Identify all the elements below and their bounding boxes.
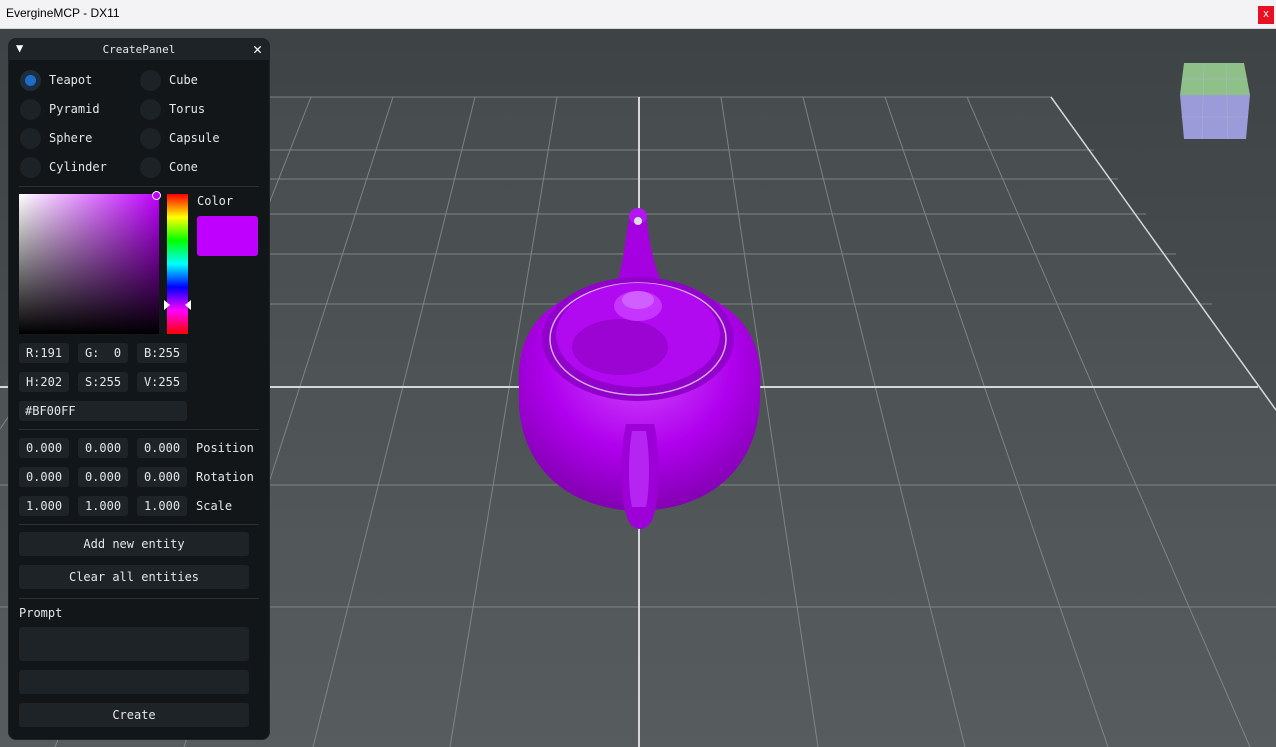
position-x-field[interactable]: 0.000 — [19, 438, 69, 458]
saturation-value-picker[interactable] — [19, 194, 159, 334]
hue-slider[interactable] — [167, 194, 188, 334]
value-field[interactable]: V:255 — [137, 372, 187, 392]
rotation-y-field[interactable]: 0.000 — [78, 467, 128, 487]
position-z-field[interactable]: 0.000 — [137, 438, 187, 458]
hue-field[interactable]: H:202 — [19, 372, 69, 392]
orientation-cube-icon[interactable] — [1176, 61, 1254, 143]
window-title: EvergineMCP - DX11 — [6, 6, 120, 20]
color-label: Color — [197, 194, 234, 208]
divider — [19, 524, 259, 525]
hex-color-field[interactable]: #BF00FF — [19, 401, 187, 421]
window-titlebar: EvergineMCP - DX11 x — [0, 0, 1276, 29]
prompt-secondary-input[interactable] — [19, 670, 249, 694]
create-panel: ▼ CreatePanel ✕ Teapot Cube Pyramid Toru… — [9, 39, 269, 739]
radio-label: Pyramid — [49, 102, 100, 116]
hue-slider-marker-left[interactable] — [164, 300, 170, 310]
panel-header[interactable]: ▼ CreatePanel ✕ — [9, 39, 269, 60]
prompt-input[interactable] — [19, 627, 249, 661]
radio-label: Cylinder — [49, 160, 107, 174]
divider — [19, 598, 259, 599]
radio-label: Torus — [169, 102, 206, 116]
rotation-z-field[interactable]: 0.000 — [137, 467, 187, 487]
radio-dot[interactable] — [20, 70, 41, 91]
radio-label: Cube — [169, 73, 198, 87]
radio-dot[interactable] — [140, 99, 161, 120]
radio-torus[interactable]: Torus — [140, 99, 260, 121]
radio-teapot[interactable]: Teapot — [20, 70, 140, 92]
rotation-x-field[interactable]: 0.000 — [19, 467, 69, 487]
radio-dot[interactable] — [20, 157, 41, 178]
divider — [19, 429, 259, 430]
radio-pyramid[interactable]: Pyramid — [20, 99, 140, 121]
rotation-label: Rotation — [196, 470, 254, 484]
scale-x-field[interactable]: 1.000 — [19, 496, 69, 516]
radio-label: Sphere — [49, 131, 93, 145]
create-button[interactable]: Create — [19, 703, 249, 727]
color-swatch[interactable] — [197, 216, 258, 256]
radio-cylinder[interactable]: Cylinder — [20, 157, 140, 179]
position-y-field[interactable]: 0.000 — [78, 438, 128, 458]
radio-cone[interactable]: Cone — [140, 157, 260, 179]
clear-entities-button[interactable]: Clear all entities — [19, 565, 249, 589]
radio-cube[interactable]: Cube — [140, 70, 260, 92]
scale-y-field[interactable]: 1.000 — [78, 496, 128, 516]
radio-sphere[interactable]: Sphere — [20, 128, 140, 150]
close-icon[interactable]: ✕ — [253, 40, 262, 58]
divider — [19, 186, 259, 187]
green-field[interactable]: G: 0 — [78, 343, 128, 363]
radio-dot[interactable] — [140, 128, 161, 149]
hue-slider-marker-right[interactable] — [185, 300, 191, 310]
radio-label: Teapot — [49, 73, 93, 87]
saturation-field[interactable]: S:255 — [78, 372, 128, 392]
radio-capsule[interactable]: Capsule — [140, 128, 260, 150]
radio-label: Cone — [169, 160, 198, 174]
red-field[interactable]: R:191 — [19, 343, 69, 363]
position-label: Position — [196, 441, 254, 455]
radio-dot[interactable] — [20, 128, 41, 149]
add-entity-button[interactable]: Add new entity — [19, 532, 249, 556]
radio-dot[interactable] — [140, 157, 161, 178]
radio-label: Capsule — [169, 131, 220, 145]
window-close-button[interactable]: x — [1258, 6, 1274, 24]
prompt-label: Prompt — [19, 606, 63, 620]
color-picker-cursor[interactable] — [152, 191, 161, 200]
panel-title: CreatePanel — [102, 43, 176, 56]
radio-dot[interactable] — [20, 99, 41, 120]
blue-field[interactable]: B:255 — [137, 343, 187, 363]
scale-label: Scale — [196, 499, 233, 513]
scale-z-field[interactable]: 1.000 — [137, 496, 187, 516]
radio-dot[interactable] — [140, 70, 161, 91]
